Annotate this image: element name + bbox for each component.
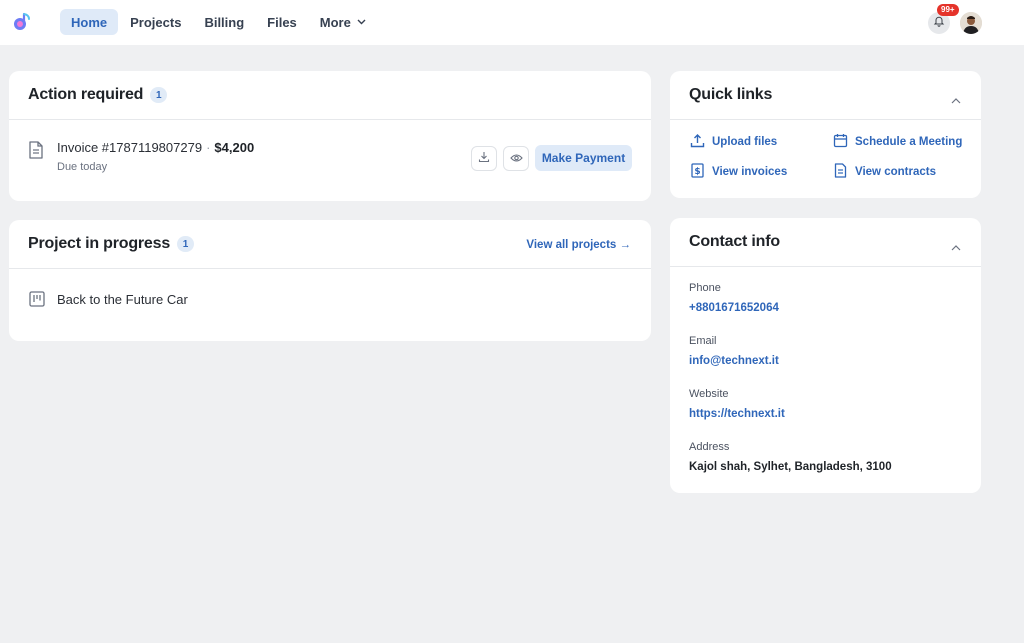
make-payment-button[interactable]: Make Payment bbox=[535, 145, 632, 171]
address-label: Address bbox=[689, 441, 730, 453]
action-required-header: Action required 1 bbox=[9, 71, 651, 120]
nav-home-label: Home bbox=[71, 14, 108, 30]
website-link[interactable]: https://technext.it bbox=[689, 408, 785, 420]
kanban-board-icon bbox=[29, 291, 45, 312]
calendar-icon bbox=[833, 133, 855, 151]
quick-link-upload-files[interactable]: Upload files bbox=[690, 133, 777, 151]
nav-files[interactable]: Files bbox=[256, 9, 308, 35]
contact-info-title: Contact info bbox=[689, 233, 780, 250]
download-invoice-button[interactable] bbox=[471, 146, 497, 171]
action-required-card: Action required 1 Invoice #1787119807279… bbox=[9, 71, 651, 201]
nav-home[interactable]: Home bbox=[60, 9, 119, 35]
eye-icon bbox=[509, 150, 523, 168]
view-invoice-button[interactable] bbox=[503, 146, 529, 171]
invoice-number: Invoice #1787119807279 bbox=[57, 140, 203, 155]
top-navigation-bar: Home Projects Billing Files More 99+ bbox=[0, 0, 1024, 45]
quick-link-upload-files-label: Upload files bbox=[712, 136, 778, 148]
project-name-link[interactable]: Back to the Future Car bbox=[57, 292, 188, 307]
nav-projects[interactable]: Projects bbox=[119, 9, 192, 35]
upload-icon bbox=[690, 133, 712, 151]
notification-count-badge: 99+ bbox=[937, 4, 959, 16]
nav-billing[interactable]: Billing bbox=[193, 9, 255, 35]
invoice-amount: $4,200 bbox=[214, 140, 255, 155]
action-required-count: 1 bbox=[150, 87, 168, 103]
bell-icon bbox=[933, 14, 945, 32]
quick-links-card: Quick links Upload files Schedule a Meet… bbox=[670, 71, 981, 198]
main-nav: Home Projects Billing Files More bbox=[60, 9, 378, 35]
phone-link[interactable]: +8801671652064 bbox=[689, 302, 779, 314]
nav-more[interactable]: More bbox=[309, 9, 377, 35]
view-all-projects-link[interactable]: View all projects → bbox=[526, 239, 631, 251]
svg-text:$: $ bbox=[694, 167, 700, 177]
phone-label: Phone bbox=[689, 282, 721, 294]
contact-info-card: Contact info Phone +8801671652064 Email … bbox=[670, 218, 981, 493]
quick-link-view-contracts-label: View contracts bbox=[855, 166, 936, 178]
chevron-up-icon[interactable] bbox=[951, 238, 961, 256]
quick-link-view-invoices[interactable]: $ View invoices bbox=[690, 163, 787, 181]
email-link[interactable]: info@technext.it bbox=[689, 355, 779, 367]
quick-link-schedule-meeting-label: Schedule a Meeting bbox=[855, 136, 963, 148]
quick-links-title: Quick links bbox=[689, 86, 773, 103]
project-in-progress-title: Project in progress bbox=[28, 235, 171, 252]
nav-projects-label: Projects bbox=[130, 14, 182, 30]
project-in-progress-count: 1 bbox=[177, 236, 195, 252]
chevron-up-icon[interactable] bbox=[951, 91, 961, 109]
user-avatar[interactable] bbox=[960, 12, 982, 34]
email-label: Email bbox=[689, 335, 717, 347]
app-logo-icon[interactable] bbox=[11, 11, 33, 33]
address-value: Kajol shah, Sylhet, Bangladesh, 3100 bbox=[689, 461, 892, 473]
invoice-separator: · bbox=[206, 140, 211, 155]
invoice-due-date: Due today bbox=[57, 161, 108, 173]
document-icon bbox=[28, 141, 44, 164]
action-required-title: Action required bbox=[28, 86, 144, 103]
quick-link-schedule-meeting[interactable]: Schedule a Meeting bbox=[833, 133, 962, 151]
website-label: Website bbox=[689, 388, 729, 400]
quick-links-header: Quick links bbox=[670, 71, 981, 120]
nav-files-label: Files bbox=[267, 14, 297, 30]
contact-info-header: Contact info bbox=[670, 218, 981, 267]
quick-link-view-contracts[interactable]: View contracts bbox=[833, 163, 936, 181]
download-icon bbox=[478, 150, 490, 168]
quick-link-view-invoices-label: View invoices bbox=[712, 166, 788, 178]
nav-billing-label: Billing bbox=[204, 14, 245, 30]
invoice-icon: $ bbox=[690, 163, 712, 181]
invoice-line: Invoice #1787119807279 · $4,200 bbox=[57, 140, 254, 155]
contract-icon bbox=[833, 163, 855, 181]
project-in-progress-card: Project in progress 1 View all projects … bbox=[9, 220, 651, 341]
chevron-down-icon bbox=[357, 19, 366, 25]
nav-more-label: More bbox=[319, 14, 351, 30]
